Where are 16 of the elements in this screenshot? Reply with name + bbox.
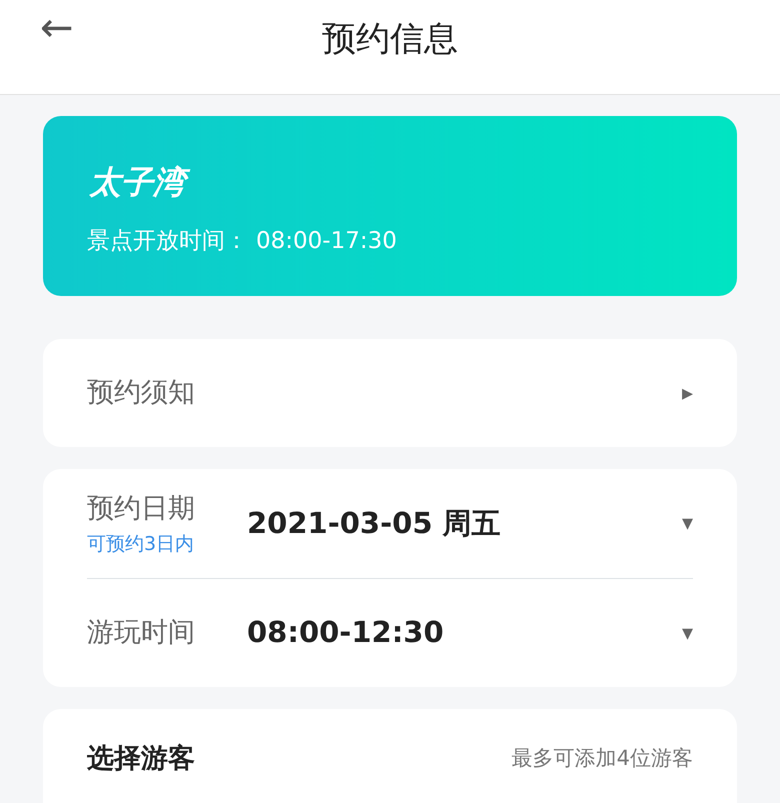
attraction-name: 太子湾 — [87, 160, 193, 206]
page-title: 预约信息 — [322, 18, 458, 61]
caret-icon: ▾ — [682, 507, 693, 540]
arrow-icon: ▸ — [682, 376, 693, 410]
availability-hint: 可预约3日内 — [87, 532, 196, 556]
time-dropdown[interactable]: 08:00-12:30 — [247, 611, 682, 655]
field-label: 预约日期 — [87, 492, 196, 526]
visitor-limit-note: 最多可添加4位游客 — [512, 745, 693, 772]
opening-hours: 08:00-17:30 — [256, 228, 397, 254]
back-button[interactable]: ← — [40, 8, 74, 48]
field-label: 游玩时间 — [87, 616, 196, 650]
notice-row[interactable]: 预约须知 ▸ — [43, 339, 737, 447]
section-title: 选择游客 — [87, 742, 195, 776]
hours-label: 景点开放时间： — [87, 228, 248, 254]
date-dropdown[interactable]: 2021-03-05 周五 — [247, 502, 682, 546]
caret-icon: ▾ — [682, 616, 693, 650]
